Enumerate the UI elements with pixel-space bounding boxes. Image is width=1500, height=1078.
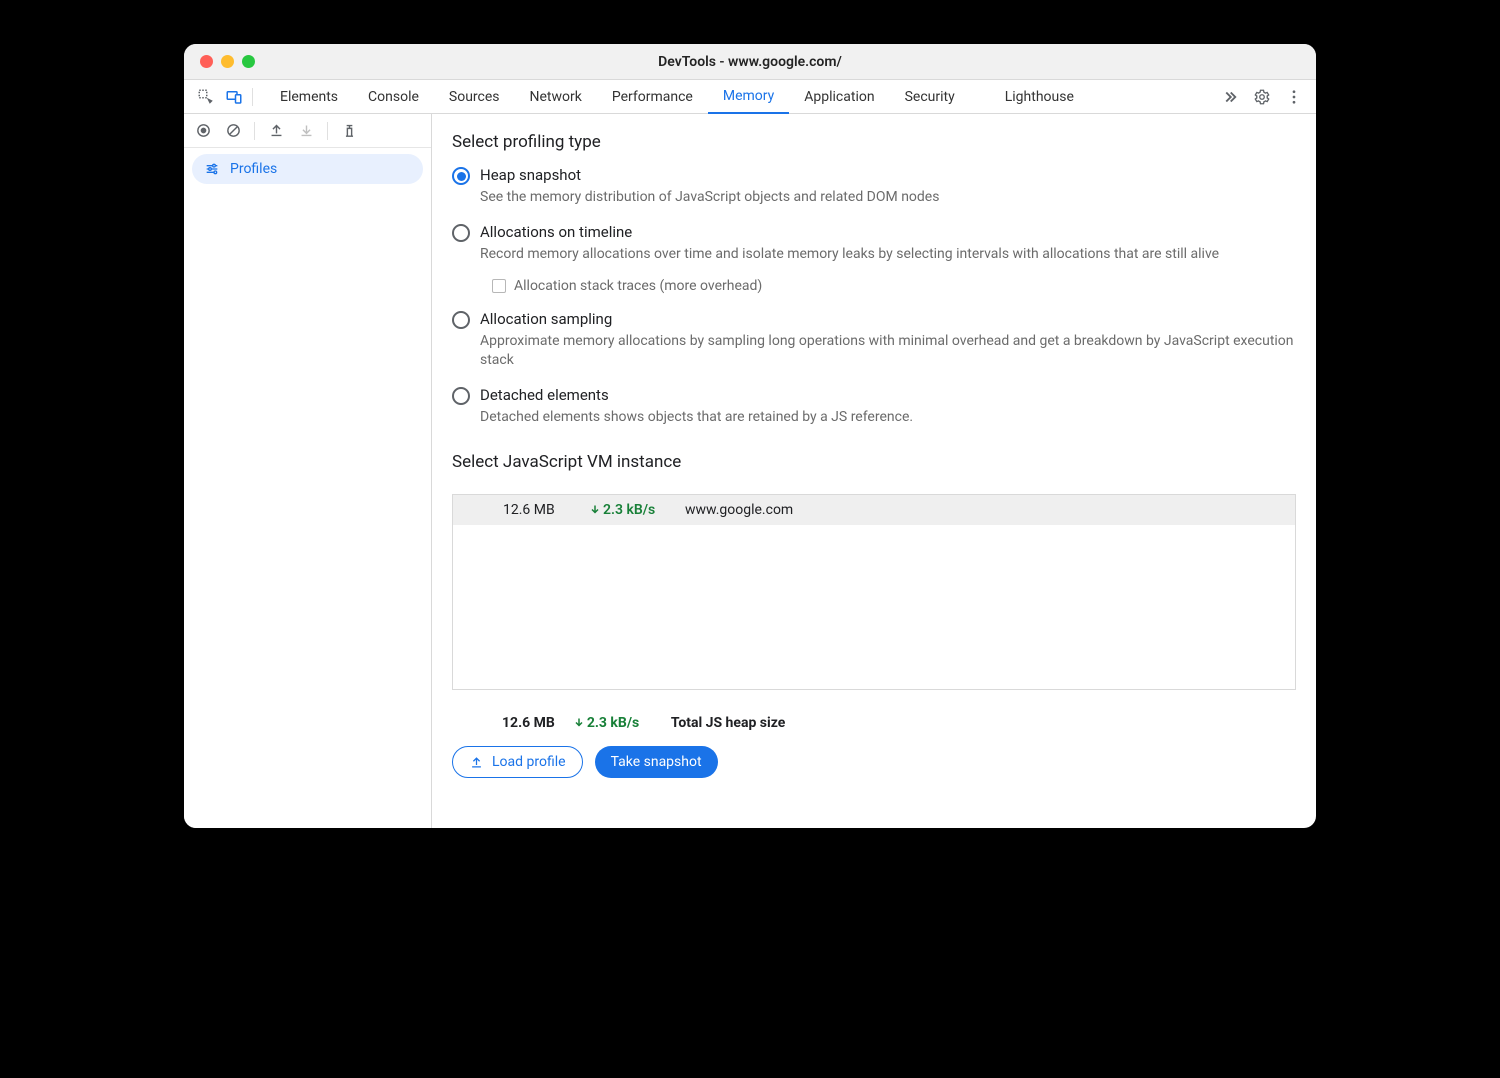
devtools-window: DevTools - www.google.com/ Elements Cons… [184,44,1316,828]
window-controls [184,55,255,68]
tab-performance[interactable]: Performance [597,80,708,114]
kebab-menu-icon[interactable] [1280,83,1308,111]
minimize-window-button[interactable] [221,55,234,68]
opt-title: Detached elements [480,386,1296,404]
vm-size: 12.6 MB [503,502,573,518]
upload-icon[interactable] [263,118,289,144]
main: Profiles Select profiling type Heap snap… [184,114,1316,828]
tab-lighthouse[interactable]: Lighthouse [990,80,1089,114]
maximize-window-button[interactable] [242,55,255,68]
tab-security[interactable]: Security [890,80,970,114]
titlebar: DevTools - www.google.com/ [184,44,1316,80]
clear-icon[interactable] [220,118,246,144]
vm-instance-heading: Select JavaScript VM instance [452,452,1296,472]
subopt-stack-traces[interactable]: Allocation stack traces (more overhead) [492,278,1296,294]
sidebar-item-label: Profiles [230,161,277,177]
opt-desc: See the memory distribution of JavaScrip… [480,188,1296,207]
total-size: 12.6 MB [502,715,555,731]
tab-elements[interactable]: Elements [265,80,353,114]
vm-instance-row[interactable]: 12.6 MB 2.3 kB/s www.google.com [453,495,1295,525]
divider [254,122,255,140]
panel-tabs: Elements Console Sources Network Perform… [265,80,1216,114]
radio-heap-snapshot[interactable] [452,167,470,185]
tabbar-right [1216,83,1308,111]
actions: Load profile Take snapshot [452,746,1296,778]
take-snapshot-button[interactable]: Take snapshot [595,746,718,778]
opt-title: Allocation sampling [480,310,1296,328]
opt-title: Allocations on timeline [480,223,1296,241]
arrow-down-icon [589,504,601,516]
radio-detached-elements[interactable] [452,387,470,405]
radio-allocation-sampling[interactable] [452,311,470,329]
opt-allocations-timeline[interactable]: Allocations on timeline Record memory al… [452,223,1296,294]
vm-name: www.google.com [685,502,793,518]
window-title: DevTools - www.google.com/ [184,54,1316,70]
totals-label: Total JS heap size [671,715,785,731]
record-icon[interactable] [190,118,216,144]
opt-desc: Record memory allocations over time and … [480,245,1296,264]
panel-tabbar: Elements Console Sources Network Perform… [184,80,1316,114]
tab-application[interactable]: Application [789,80,889,114]
sliders-icon [204,161,220,177]
load-profile-button[interactable]: Load profile [452,746,583,778]
vm-instance-list: 12.6 MB 2.3 kB/s www.google.com [452,494,1296,690]
tab-sources[interactable]: Sources [434,80,515,114]
sidebar: Profiles [184,114,432,828]
content: Select profiling type Heap snapshot See … [432,114,1316,828]
total-rate: 2.3 kB/s [573,715,653,731]
opt-title: Heap snapshot [480,166,1296,184]
sidebar-toolbar [184,114,431,148]
tab-network[interactable]: Network [515,80,597,114]
radio-allocations-timeline[interactable] [452,224,470,242]
divider [327,122,328,140]
tab-console[interactable]: Console [353,80,434,114]
opt-heap-snapshot[interactable]: Heap snapshot See the memory distributio… [452,166,1296,207]
opt-desc: Detached elements shows objects that are… [480,408,1296,427]
upload-icon [469,755,484,770]
opt-desc: Approximate memory allocations by sampli… [480,332,1296,370]
arrow-down-icon [573,717,585,729]
opt-allocation-sampling[interactable]: Allocation sampling Approximate memory a… [452,310,1296,370]
more-tabs-icon[interactable] [1216,83,1244,111]
inspect-element-icon[interactable] [192,83,220,111]
settings-icon[interactable] [1248,83,1276,111]
collect-garbage-icon[interactable] [336,118,362,144]
vm-rate: 2.3 kB/s [589,502,669,518]
subopt-label: Allocation stack traces (more overhead) [514,278,762,294]
totals-row: 12.6 MB 2.3 kB/s Total JS heap size [452,710,1296,736]
sidebar-item-profiles[interactable]: Profiles [192,154,423,184]
device-toolbar-icon[interactable] [220,83,248,111]
tab-memory[interactable]: Memory [708,80,789,114]
divider [252,88,253,106]
profiling-type-heading: Select profiling type [452,132,1296,152]
opt-detached-elements[interactable]: Detached elements Detached elements show… [452,386,1296,427]
download-icon [293,118,319,144]
close-window-button[interactable] [200,55,213,68]
checkbox-stack-traces[interactable] [492,279,506,293]
